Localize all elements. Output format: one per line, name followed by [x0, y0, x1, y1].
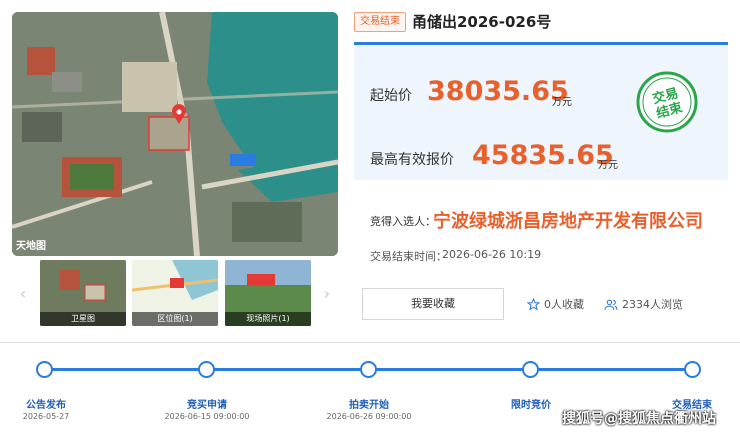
start-price-label: 起始价	[370, 88, 412, 104]
thumbnail-site-photo[interactable]: 现场照片(1)	[225, 260, 311, 326]
max-price-label: 最高有效报价	[370, 152, 454, 168]
thumbnail-strip: ‹ 卫星图 区位图(1) 现场照片(1) ›	[12, 260, 338, 326]
users-icon	[604, 299, 618, 310]
timeline-node-auction-start	[360, 361, 377, 378]
thumbnail-caption: 卫星图	[40, 312, 126, 326]
timeline-step-label: 拍卖开始	[349, 400, 389, 411]
thumbnail-location-map[interactable]: 区位图(1)	[132, 260, 218, 326]
star-icon	[527, 297, 540, 311]
start-price-unit: 万元	[552, 97, 572, 108]
timeline-node-apply	[198, 361, 215, 378]
views-count-text: 2334人浏览	[622, 298, 683, 311]
end-time-label: 交易结束时间：	[370, 250, 447, 263]
timeline-node-bidding	[522, 361, 539, 378]
timeline-node-publish	[36, 361, 53, 378]
max-price-unit: 万元	[598, 160, 618, 171]
views-count: 2334人浏览	[604, 296, 683, 312]
main-satellite-image[interactable]: 天地图	[12, 12, 338, 256]
thumbnail-caption: 区位图(1)	[132, 312, 218, 326]
winner-label: 竞得入选人：	[370, 215, 436, 228]
winner-name: 宁波绿城浙昌房地产开发有限公司	[433, 211, 703, 232]
timeline-step-date: 2026-06-15 09:00:00	[164, 412, 250, 421]
timeline-step-label: 竞买申请	[187, 400, 227, 411]
status-badge: 交易结束	[354, 12, 406, 32]
timeline-step-label: 公告发布	[26, 400, 66, 411]
start-price-value: 38035.65	[427, 76, 569, 107]
timeline-divider	[0, 342, 740, 343]
timeline-step-label: 限时竞价	[511, 400, 551, 411]
timeline-step-date: 2026-06-26 09:00:00	[326, 412, 412, 421]
favorites-count-text: 0人收藏	[544, 298, 584, 311]
deal-closed-stamp: 交易 结束	[635, 70, 699, 134]
max-price-value: 45835.65	[472, 140, 614, 171]
timeline-node-closed	[684, 361, 701, 378]
chevron-left-icon[interactable]: ‹	[12, 260, 34, 326]
end-time-value: 2026-06-26 10:19	[442, 248, 542, 261]
favorite-button[interactable]: 我要收藏	[362, 288, 504, 320]
thumbnail-caption: 现场照片(1)	[225, 312, 311, 326]
chevron-right-icon[interactable]: ›	[316, 260, 338, 326]
map-logo: 天地图	[16, 241, 46, 252]
thumbnail-satellite[interactable]: 卫星图	[40, 260, 126, 326]
page-title: 甬储出2026-026号	[412, 13, 552, 31]
watermark: 搜狐号@搜狐焦点衢州站	[562, 411, 716, 427]
favorites-count: 0人收藏	[527, 296, 584, 312]
timeline-step-date: 2026-05-27	[22, 412, 70, 421]
